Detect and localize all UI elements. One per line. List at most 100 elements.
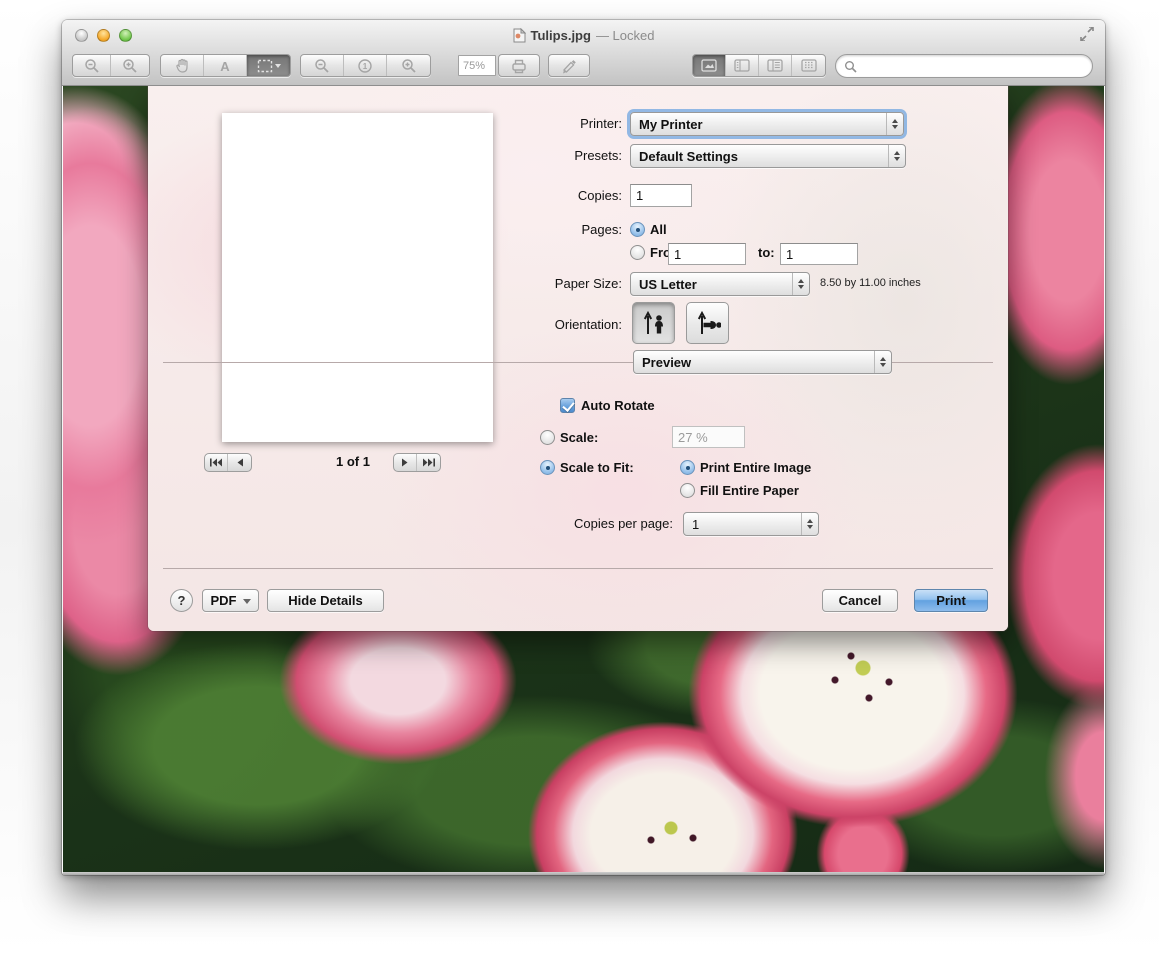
pages-all-label: All: [650, 222, 667, 237]
scale-field[interactable]: [672, 426, 745, 448]
magnifier-plus-icon: [122, 58, 138, 74]
preview-window: Tulips.jpg — Locked: [62, 20, 1105, 875]
paper-size-info: 8.50 by 11.00 inches: [820, 277, 921, 289]
view-table-of-contents-button[interactable]: [759, 55, 792, 76]
zoom-in-view-button[interactable]: [387, 55, 430, 76]
view-thumbnails-button[interactable]: [726, 55, 759, 76]
first-page-button[interactable]: [205, 454, 228, 471]
next-icon: [401, 458, 409, 467]
paper-size-popup[interactable]: US Letter: [630, 272, 810, 296]
auto-rotate-label: Auto Rotate: [581, 398, 655, 413]
zoom-out-view-button[interactable]: [301, 55, 344, 76]
hide-details-label: Hide Details: [288, 593, 362, 608]
fullscreen-icon[interactable]: [1079, 27, 1095, 41]
paper-size-value: US Letter: [631, 277, 792, 292]
portrait-orientation-icon: [641, 309, 667, 337]
zoom-level-field[interactable]: [458, 55, 496, 76]
presets-label: Presets:: [412, 148, 622, 163]
search-field[interactable]: [835, 54, 1093, 78]
fill-entire-paper-radio[interactable]: [680, 483, 695, 498]
auto-rotate-checkbox[interactable]: [560, 398, 575, 413]
popup-arrows-icon: [886, 113, 903, 135]
move-tool-button[interactable]: [161, 55, 204, 76]
previous-page-button[interactable]: [228, 454, 251, 471]
window-bottom-edge: [63, 872, 1104, 875]
section-popup[interactable]: Preview: [633, 350, 892, 374]
cancel-label: Cancel: [839, 593, 882, 608]
document-icon: [513, 28, 526, 43]
cancel-button[interactable]: Cancel: [822, 589, 898, 612]
edit-toolbar-button[interactable]: [548, 54, 590, 77]
pdf-menu-button[interactable]: PDF: [202, 589, 259, 612]
orientation-portrait-button[interactable]: [632, 302, 675, 344]
help-glyph: ?: [178, 593, 186, 608]
toolbar: A 1: [62, 48, 1105, 84]
marker-pen-icon: [560, 58, 578, 74]
printer-popup[interactable]: My Printer: [630, 112, 904, 136]
title-locked-suffix: — Locked: [596, 28, 655, 43]
help-button[interactable]: ?: [170, 589, 193, 612]
text-tool-button[interactable]: A: [204, 55, 247, 76]
magnifier-minus-icon: [84, 58, 100, 74]
zoom-in-button[interactable]: [111, 55, 149, 76]
grid-view-icon: [801, 59, 817, 72]
popup-arrows-icon: [801, 513, 818, 535]
copies-per-page-label: Copies per page:: [463, 516, 673, 531]
presets-popup[interactable]: Default Settings: [630, 144, 906, 168]
actual-size-button[interactable]: 1: [344, 55, 387, 76]
copies-per-page-value: 1: [684, 517, 801, 532]
pdf-label: PDF: [211, 593, 237, 608]
footer-divider: [163, 568, 993, 569]
paper-size-label: Paper Size:: [412, 276, 622, 291]
magnifier-plus-icon: [401, 58, 417, 74]
sidebar-thumbnails-icon: [734, 59, 750, 72]
chevron-down-icon: [243, 599, 251, 604]
view-contact-sheet-button[interactable]: [792, 55, 825, 76]
scale-radio[interactable]: [540, 430, 555, 445]
orientation-label: Orientation:: [412, 317, 622, 332]
scale-to-fit-label: Scale to Fit:: [560, 460, 634, 475]
view-mode-segment: [692, 54, 826, 77]
print-entire-image-radio[interactable]: [680, 460, 695, 475]
print-preview-image: [237, 127, 478, 414]
select-tool-button[interactable]: [247, 55, 290, 76]
pages-range-radio[interactable]: [630, 245, 645, 260]
last-page-button[interactable]: [417, 454, 440, 471]
pages-from-field[interactable]: [668, 243, 746, 265]
zoom-out-button[interactable]: [73, 55, 111, 76]
print-toolbar-button[interactable]: [498, 54, 540, 77]
pages-all-radio[interactable]: [630, 222, 645, 237]
copies-field[interactable]: [630, 184, 692, 207]
tool-segment: A: [160, 54, 291, 77]
actual-size-icon: 1: [357, 58, 373, 74]
window-title: Tulips.jpg — Locked: [62, 26, 1105, 44]
zoom-segment: 1: [300, 54, 431, 77]
next-page-button[interactable]: [394, 454, 417, 471]
popup-arrows-icon: [792, 273, 809, 295]
titlebar[interactable]: Tulips.jpg — Locked: [62, 20, 1105, 86]
pages-label: Pages:: [412, 222, 622, 237]
search-icon: [844, 60, 857, 73]
scale-to-fit-radio[interactable]: [540, 460, 555, 475]
print-dialog-sheet: 1 of 1 Printer: My Printer Presets: Defa…: [148, 86, 1008, 631]
hide-details-button[interactable]: Hide Details: [267, 589, 384, 612]
search-input[interactable]: [861, 57, 1092, 75]
svg-text:1: 1: [363, 62, 368, 71]
print-entire-image-label: Print Entire Image: [700, 460, 811, 475]
pages-to-field[interactable]: [780, 243, 858, 265]
copies-label: Copies:: [412, 188, 622, 203]
page-nav-back-group: [204, 453, 252, 472]
popup-arrows-icon: [888, 145, 905, 167]
copies-per-page-popup[interactable]: 1: [683, 512, 819, 536]
section-value: Preview: [634, 355, 874, 370]
sidebar-zoom-segment: [72, 54, 150, 77]
magnifier-minus-icon: [314, 58, 330, 74]
pages-to-label: to:: [758, 245, 775, 260]
printer-value: My Printer: [631, 117, 886, 132]
document-canvas[interactable]: 1 of 1 Printer: My Printer Presets: Defa…: [63, 86, 1104, 872]
orientation-landscape-button[interactable]: [686, 302, 729, 344]
sidebar-list-icon: [767, 59, 783, 72]
print-button[interactable]: Print: [914, 589, 988, 612]
presets-value: Default Settings: [631, 149, 888, 164]
view-content-only-button[interactable]: [693, 55, 726, 76]
